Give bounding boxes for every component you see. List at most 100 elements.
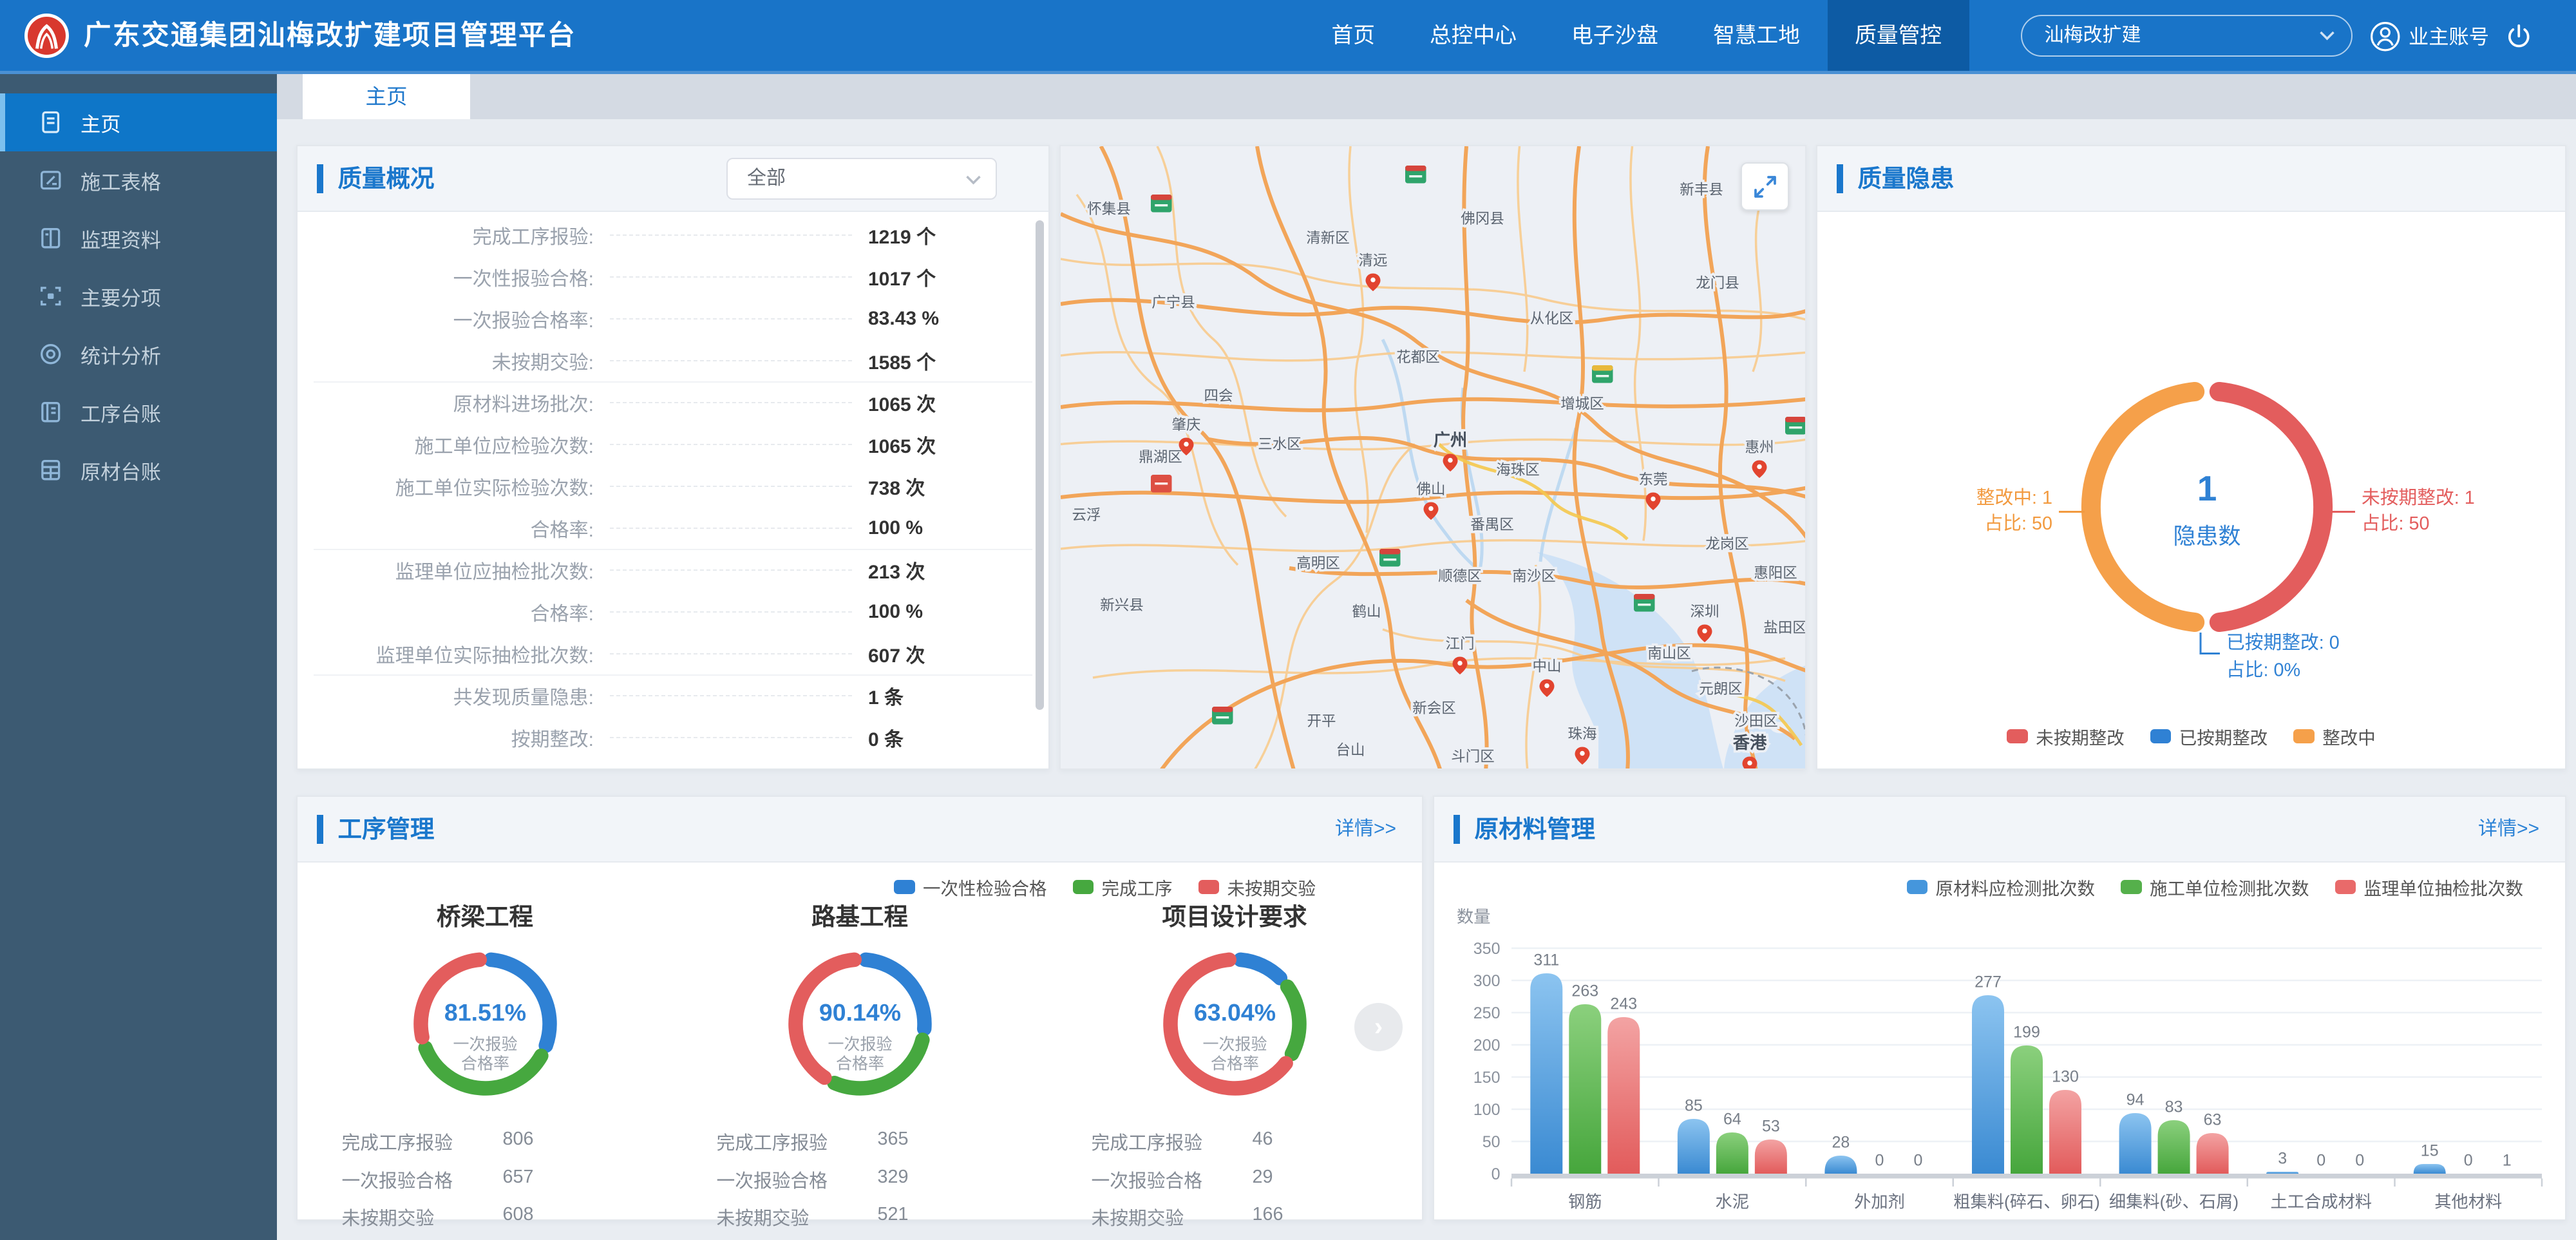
stat-value: 738 次 <box>868 472 1003 501</box>
map-city-label: 花都区 <box>1396 349 1440 365</box>
nav-item-2[interactable]: 总控中心 <box>1403 0 1544 71</box>
highway-shield-icon <box>1151 195 1172 213</box>
legend-label: 未按期整改 <box>2036 723 2125 749</box>
bar <box>1678 1119 1710 1174</box>
gauge-stat-row: 一次报验合格657 <box>342 1167 629 1193</box>
sidebar-item-3[interactable]: 监理资料 <box>0 209 277 267</box>
gauge-percent: 63.04% <box>1193 999 1275 1026</box>
scrollbar-thumb[interactable] <box>1036 220 1044 710</box>
bar <box>2119 1113 2152 1174</box>
hazard-center-value: 1 <box>2197 468 2217 508</box>
legend-swatch <box>2335 880 2356 895</box>
legend-swatch <box>894 880 915 895</box>
map-city-label: 龙门县 <box>1696 275 1739 291</box>
expand-icon[interactable] <box>1741 162 1789 211</box>
hazard-legend: 未按期整改已按期整改整改中 <box>1817 723 2565 749</box>
y-axis-label: 数量 <box>1457 907 1491 926</box>
sidebar-item-7[interactable]: 原材台账 <box>0 441 277 499</box>
carousel-next-button[interactable]: › <box>1354 1003 1403 1051</box>
nav-item-1[interactable]: 首页 <box>1304 0 1403 71</box>
stat-label: 合格率: <box>317 598 594 626</box>
nav-item-3[interactable]: 电子沙盘 <box>1544 0 1686 71</box>
material-legend: 原材料应检测批次数施工单位检测批次数监理单位抽检批次数 <box>1907 874 2524 900</box>
tab-home[interactable]: 主页 <box>303 74 470 119</box>
stat-label: 一次报验合格 <box>342 1167 503 1193</box>
panel-raw-material: 原材料管理 详情>> 原材料应检测批次数施工单位检测批次数监理单位抽检批次数 数… <box>1433 796 2566 1221</box>
highway-shield-icon <box>1634 594 1655 612</box>
header-accent-bar <box>317 164 323 193</box>
stat-label: 施工单位实际检验次数: <box>317 472 594 501</box>
legend-item[interactable]: 监理单位抽检批次数 <box>2335 874 2524 900</box>
hazard-callout-right: 未按期整改: 1 <box>2362 488 2475 508</box>
sidebar-item-2[interactable]: 施工表格 <box>0 151 277 209</box>
sidebar-item-label: 原材台账 <box>80 456 161 485</box>
archive-grid-icon <box>39 458 63 482</box>
panel-quality-overview: 质量概况 全部 完成工序报验:1219 个一次性报验合格:1017 个一次报验合… <box>296 145 1050 770</box>
map-city-label: 番禺区 <box>1470 517 1514 533</box>
overview-stat-row: 监理单位实际抽检批次数:607 次 <box>298 633 1048 674</box>
hazard-donut-chart: 1隐患数整改中: 1占比: 50未按期整改: 1占比: 50已按期整改: 0占比… <box>1817 211 2565 768</box>
legend-item[interactable]: 完成工序 <box>1073 874 1173 900</box>
legend-item[interactable]: 未按期整改 <box>2007 723 2125 749</box>
stat-label: 完成工序报验 <box>717 1129 878 1155</box>
nav-item-5[interactable]: 质量管控 <box>1828 0 1969 71</box>
map-city-label: 佛冈县 <box>1461 211 1504 227</box>
x-tick-label: 其他材料 <box>2434 1192 2502 1212</box>
svg-text:一次报验: 一次报验 <box>453 1036 517 1054</box>
sidebar-item-5[interactable]: 统计分析 <box>0 325 277 383</box>
book-icon <box>39 226 63 251</box>
map-panel[interactable]: 怀集县新丰县清新区佛冈县清远龙门县广宁县从化区花都区增城区四会广州惠州三水区鼎湖… <box>1059 145 1806 770</box>
svg-text:100: 100 <box>1473 1101 1501 1119</box>
overview-filter-select[interactable]: 全部 <box>726 158 997 200</box>
process-detail-link[interactable]: 详情>> <box>1335 797 1396 861</box>
leader-line <box>610 653 852 654</box>
account-label[interactable]: 业主账号 <box>2409 0 2489 74</box>
overview-stat-row: 未按期交验:1585 个 <box>298 339 1048 381</box>
app-header: 广东交通集团汕梅改扩建项目管理平台 首页总控中心电子沙盘智慧工地质量管控 汕梅改… <box>0 0 2576 74</box>
panel-header: 工序管理 详情>> <box>298 797 1422 863</box>
svg-text:占比: 50: 占比: 50 <box>1985 513 2052 534</box>
nav-item-4[interactable]: 智慧工地 <box>1686 0 1828 71</box>
stat-label: 按期整改: <box>317 723 594 752</box>
sidebar-item-4[interactable]: 主要分项 <box>0 267 277 325</box>
stat-value: 213 次 <box>868 556 1003 584</box>
sidebar-item-1[interactable]: 主页 <box>0 93 277 151</box>
gauge-donut: 81.51%一次报验合格率 <box>397 935 574 1112</box>
legend-item[interactable]: 施工单位检测批次数 <box>2121 874 2309 900</box>
legend-item[interactable]: 已按期整改 <box>2150 723 2268 749</box>
svg-text:0: 0 <box>1492 1165 1501 1183</box>
legend-swatch <box>1073 880 1094 895</box>
divider <box>314 549 1032 550</box>
bar <box>1716 1132 1748 1174</box>
project-select[interactable]: 汕梅改扩建 <box>2021 15 2353 57</box>
material-detail-link[interactable]: 详情>> <box>2478 797 2539 861</box>
filter-select-value: 全部 <box>747 167 786 189</box>
region-map[interactable]: 怀集县新丰县清新区佛冈县清远龙门县广宁县从化区花都区增城区四会广州惠州三水区鼎湖… <box>1061 146 1806 770</box>
sidebar-item-label: 主要分项 <box>80 282 161 311</box>
bar-value-label: 94 <box>2126 1091 2145 1109</box>
stat-label: 完成工序报验: <box>317 221 594 249</box>
map-city-label: 元朗区 <box>1699 681 1743 697</box>
sidebar-item-6[interactable]: 工序台账 <box>0 383 277 441</box>
x-tick-label: 细集料(砂、石屑) <box>2109 1192 2239 1212</box>
bar-value-label: 63 <box>2204 1111 2222 1129</box>
bar-value-label: 0 <box>1913 1152 1922 1170</box>
stat-value: 365 <box>878 1129 909 1155</box>
power-icon[interactable] <box>2505 23 2533 50</box>
leader-line <box>610 318 852 320</box>
bar <box>2158 1120 2190 1174</box>
stat-value: 608 <box>503 1204 534 1230</box>
legend-item[interactable]: 整改中 <box>2293 723 2376 749</box>
stat-label: 完成工序报验 <box>342 1129 503 1155</box>
map-city-label: 海珠区 <box>1496 462 1540 478</box>
map-city-label: 惠州 <box>1745 439 1774 455</box>
map-city-label: 东莞 <box>1638 472 1667 488</box>
legend-item[interactable]: 未按期交验 <box>1198 874 1316 900</box>
user-icon[interactable] <box>2370 21 2401 52</box>
legend-item[interactable]: 原材料应检测批次数 <box>1907 874 2096 900</box>
dashboard-root: 广东交通集团汕梅改扩建项目管理平台 首页总控中心电子沙盘智慧工地质量管控 汕梅改… <box>0 0 2576 1240</box>
legend-item[interactable]: 一次性检验合格 <box>894 874 1047 900</box>
gauge-title: 项目设计要求 <box>1047 897 1422 932</box>
highway-shield-icon <box>1151 475 1172 493</box>
svg-text:50: 50 <box>1482 1133 1501 1151</box>
